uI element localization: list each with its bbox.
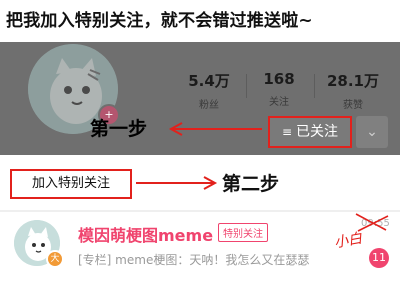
stat-following-value: 168	[263, 70, 295, 88]
chat-time: 09:55	[361, 218, 390, 229]
handwritten-annotation: 小白	[332, 230, 364, 252]
stat-following-label: 关注	[269, 97, 289, 108]
vip-badge: 大	[46, 250, 64, 268]
chat-preview: [专栏] meme梗图：天呐！我怎么又在瑟瑟	[78, 253, 310, 267]
arrow-right-icon	[136, 176, 218, 190]
unread-count-badge: 11	[369, 248, 389, 268]
stat-likes[interactable]: 28.1万 获赞	[318, 70, 388, 111]
followed-button[interactable]: ≡ 已关注	[268, 116, 352, 148]
stat-fans-label: 粉丝	[199, 100, 219, 111]
chat-name: 模因萌梗图meme	[78, 226, 214, 245]
stat-following[interactable]: 168 关注	[244, 70, 314, 108]
stat-fans[interactable]: 5.4万 粉丝	[174, 70, 244, 111]
step-two-annotation: 第二步	[222, 173, 280, 195]
add-special-follow-option[interactable]: 加入特别关注	[10, 169, 132, 199]
more-options-button[interactable]: ⌄	[356, 116, 388, 148]
chevron-down-icon: ⌄	[366, 124, 378, 140]
followed-button-label: 已关注	[296, 124, 339, 140]
menu-lines-icon: ≡	[281, 125, 293, 139]
profile-header: + 5.4万 粉丝 168 关注 28.1万 获赞 ≡ 已关注 ⌄	[0, 42, 400, 155]
instruction-caption: 把我加入特别关注，就不会错过推送啦~	[0, 0, 400, 42]
stat-fans-value: 5.4万	[188, 72, 230, 90]
chat-list-item[interactable]: 大 模因萌梗图meme 特别关注 [专栏] meme梗图：天呐！我怎么又在瑟瑟 …	[0, 212, 400, 282]
special-follow-tag: 特别关注	[218, 223, 268, 242]
step-one-annotation: 第一步	[90, 118, 148, 140]
stat-divider	[314, 74, 315, 98]
stat-likes-value: 28.1万	[326, 72, 379, 90]
stat-likes-label: 获赞	[343, 100, 363, 111]
